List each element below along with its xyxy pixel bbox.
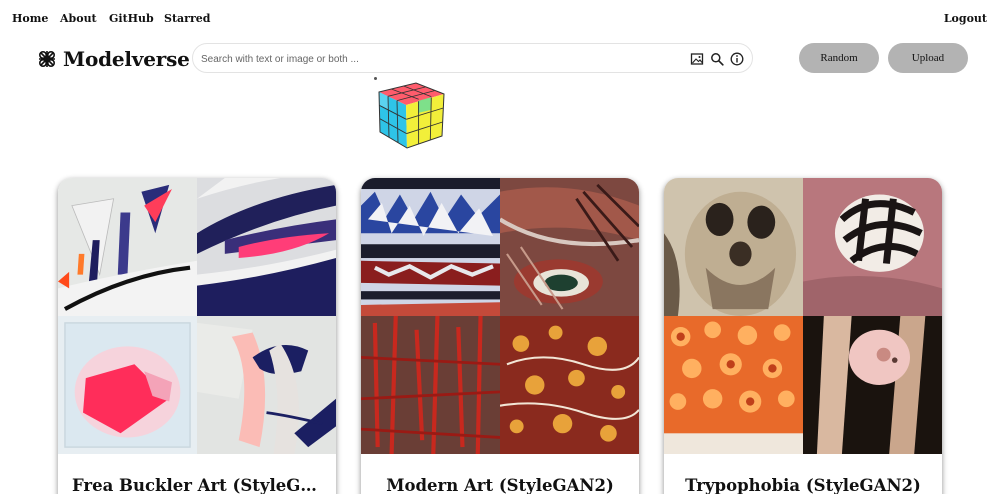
sample-image <box>197 178 336 316</box>
nav-home-link[interactable]: Home <box>12 12 48 25</box>
nav-logout-link[interactable]: Logout <box>944 12 987 25</box>
model-card[interactable]: Trypophobia (StyleGAN2) <box>664 178 942 494</box>
sample-image <box>361 178 500 316</box>
sample-grid <box>58 178 336 454</box>
rubiks-cube-icon <box>378 82 445 149</box>
nav-github-link[interactable]: GitHub <box>109 12 154 25</box>
sample-image <box>58 316 197 454</box>
model-card[interactable]: Frea Buckler Art (StyleGA... <box>58 178 336 494</box>
celtic-knot-icon <box>38 50 56 68</box>
sample-image <box>500 178 639 316</box>
card-title: Frea Buckler Art (StyleGA... <box>72 476 331 494</box>
search-icon[interactable] <box>710 52 724 66</box>
sample-image <box>664 316 803 454</box>
brand[interactable]: Modelverse <box>37 46 190 72</box>
card-title: Trypophobia (StyleGAN2) <box>685 476 921 494</box>
sample-image <box>197 316 336 454</box>
random-button[interactable]: Random <box>799 43 879 73</box>
brand-name: Modelverse <box>63 47 190 71</box>
model-card[interactable]: Modern Art (StyleGAN2) <box>361 178 639 494</box>
card-title: Modern Art (StyleGAN2) <box>386 476 614 494</box>
upload-button[interactable]: Upload <box>888 43 968 73</box>
sample-image <box>361 316 500 454</box>
sample-grid <box>361 178 639 454</box>
sample-image <box>803 316 942 454</box>
nav-about-link[interactable]: About <box>60 12 97 25</box>
info-icon[interactable] <box>730 52 744 66</box>
sample-image <box>58 178 197 316</box>
image-upload-icon[interactable] <box>690 52 704 66</box>
sample-image <box>803 178 942 316</box>
sample-image <box>500 316 639 454</box>
sample-grid <box>664 178 942 454</box>
sample-image <box>664 178 803 316</box>
top-nav: Home About GitHub Starred Logout <box>12 12 988 26</box>
search-bar <box>192 43 753 73</box>
search-input[interactable] <box>201 51 671 67</box>
nav-starred-link[interactable]: Starred <box>164 12 210 25</box>
